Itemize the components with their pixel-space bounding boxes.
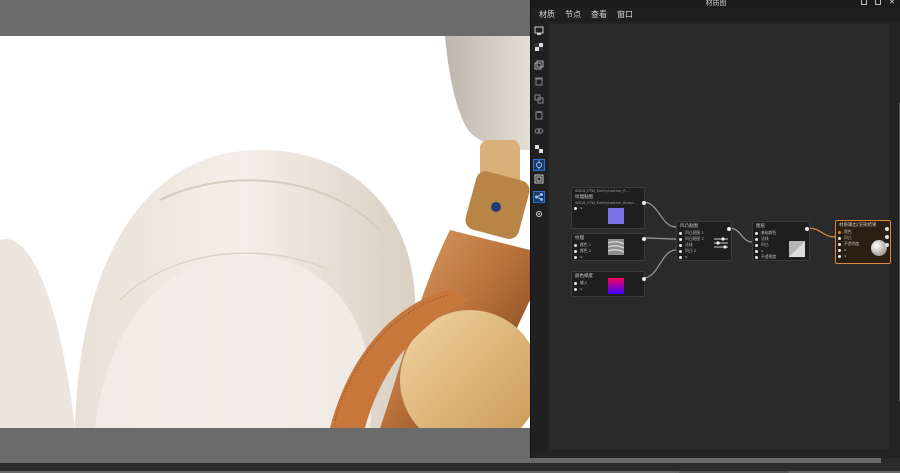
duplicate-icon[interactable] xyxy=(534,94,544,104)
link-icon[interactable] xyxy=(534,126,544,136)
menu-node[interactable]: 节点 xyxy=(565,8,581,22)
settings-icon[interactable] xyxy=(534,209,544,219)
connection-gradient-to-mix xyxy=(642,249,677,279)
connect-icon[interactable] xyxy=(533,191,545,203)
output-port[interactable] xyxy=(727,227,731,231)
menu-material[interactable]: 材质 xyxy=(539,8,555,22)
connection-mix-to-layer xyxy=(728,227,753,243)
menu-window[interactable]: 窗口 xyxy=(617,8,633,22)
window-titlebar: 材质图 ✕ xyxy=(531,0,900,8)
minimize-icon[interactable] xyxy=(861,0,867,5)
node-texture-map[interactable]: WB18_ETW_EarthyLeather_R... 纹理贴图 WB18_ET… xyxy=(571,187,646,229)
graph-toolbar xyxy=(531,22,547,452)
sliders-icon xyxy=(714,237,728,249)
connection-noise-to-mix xyxy=(642,237,677,240)
node-bump-map[interactable]: 凹凸贴图 凹凸贴图 1 凹凸贴图 2 法线 凹凸 2 u xyxy=(676,221,732,261)
node-color-gradient[interactable]: 颜色梯度 输入 u xyxy=(571,271,646,297)
node-graph-canvas[interactable]: WB18_ETW_EarthyLeather_R... 纹理贴图 WB18_ET… xyxy=(549,24,900,473)
node-title: 材质输出/渲染结果 xyxy=(839,223,877,228)
restore-icon[interactable] xyxy=(875,0,881,5)
menu-view[interactable]: 查看 xyxy=(591,8,607,22)
node-title: 纹理贴图 xyxy=(575,195,593,200)
menu-bar: 材质 节点 查看 窗口 xyxy=(531,8,900,22)
delete-icon[interactable] xyxy=(534,76,544,86)
arrange-icon[interactable] xyxy=(534,144,544,154)
node-texture[interactable]: 纹理 颜色 1 颜色 2 u xyxy=(571,233,646,261)
window-title: 材质图 xyxy=(705,0,727,7)
node-layer[interactable]: 图层 基础颜色 法线 凹凸 u 不透明度 xyxy=(752,221,810,261)
more-options-icon[interactable] xyxy=(885,227,890,251)
checker-icon[interactable] xyxy=(534,42,544,52)
close-icon[interactable]: ✕ xyxy=(889,0,895,6)
output-port[interactable] xyxy=(805,227,809,231)
paste-icon[interactable] xyxy=(534,110,544,120)
output-port[interactable] xyxy=(642,277,646,281)
render-preview xyxy=(0,36,530,428)
connection-layer-to-output xyxy=(807,227,836,238)
fit-icon[interactable] xyxy=(534,174,544,184)
render-icon[interactable] xyxy=(534,26,544,36)
node-title: 图层 xyxy=(756,224,765,229)
focus-icon[interactable] xyxy=(533,159,545,171)
copy-icon[interactable] xyxy=(534,60,544,70)
material-graph-window: 材质图 ✕ 材质 节点 查看 窗口 WB18_ETW_EarthyLeather… xyxy=(530,0,900,473)
node-title: 凹凸贴图 xyxy=(680,224,698,229)
node-material-output[interactable]: 材质输出/渲染结果 颜色 凹凸 不透明度 u u xyxy=(835,220,891,264)
headphone-render xyxy=(0,36,530,428)
gradient-preview-swatch xyxy=(608,278,624,294)
status-bar xyxy=(0,463,900,471)
output-port[interactable] xyxy=(642,201,646,205)
texture-preview-swatch xyxy=(608,208,624,224)
3d-viewport[interactable] xyxy=(0,0,530,471)
noise-preview-swatch xyxy=(608,239,624,255)
layer-preview-swatch xyxy=(789,241,805,257)
connection-texture-to-mix xyxy=(642,201,677,228)
node-port[interactable]: u xyxy=(677,254,731,260)
output-port[interactable] xyxy=(642,237,646,241)
